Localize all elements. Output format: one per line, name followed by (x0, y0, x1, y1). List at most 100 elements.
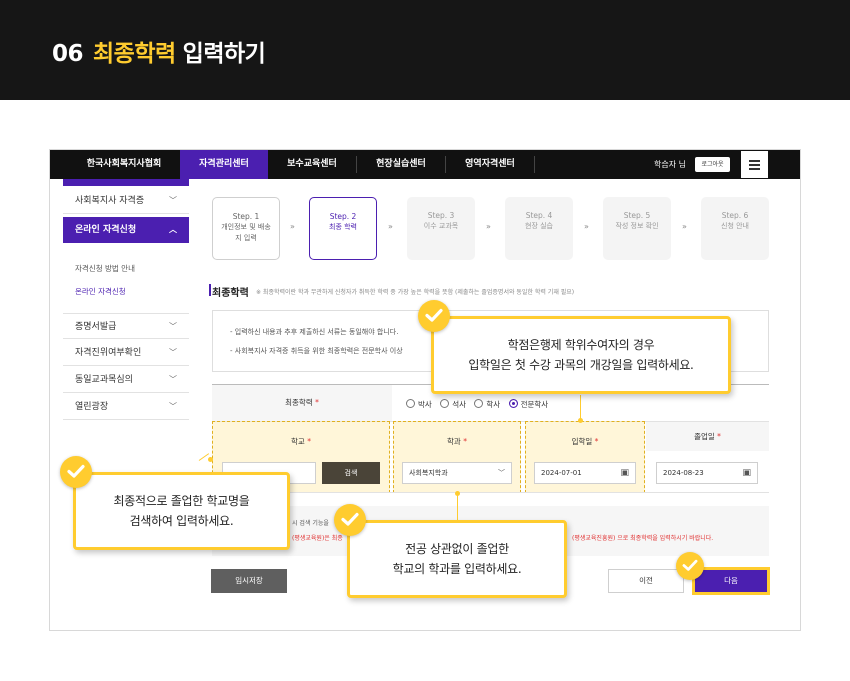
callout-text: 전공 상관없이 졸업한 (405, 542, 509, 556)
step-number: Step. 3 (427, 211, 455, 220)
step-4: Step. 4 현장 실습 (505, 197, 573, 260)
step-label: 현장 실습 (525, 222, 553, 230)
chevron-down-icon: ﹀ (498, 469, 505, 477)
callout-dept: 전공 상관없이 졸업한 학교의 학과를 입력하세요. (347, 520, 567, 598)
warning-line: 시 검색 기능을 (292, 520, 329, 527)
step-number: Step. 1 (232, 212, 260, 221)
notice-line: - 사회복지사 자격증 취득을 위한 최종학력은 전문학사 이상 (230, 347, 403, 355)
sidebar-item-documents[interactable]: 증명서발급 ﹀ (63, 313, 189, 339)
sidebar-item-verify[interactable]: 자격진위여부확인 ﹀ (63, 340, 189, 366)
step-3: Step. 3 이수 교과목 (407, 197, 475, 260)
step-arrow-icon: » (388, 222, 393, 231)
check-icon (60, 456, 92, 488)
sidebar-item-label: 온라인 자격신청 (75, 225, 137, 235)
step-arrow-icon: » (682, 222, 687, 231)
required-mark: * (307, 437, 311, 446)
grad-label: 졸업일 * (646, 422, 769, 451)
step-arrow-icon: » (290, 222, 295, 231)
radio-doctor[interactable]: 박사 (406, 399, 432, 409)
callout-school: 최종적으로 졸업한 학교명을 검색하여 입력하세요. (73, 472, 290, 550)
entry-date-input[interactable]: 2024-07-01 ▣ (534, 462, 636, 484)
school-label: 학교 * (212, 436, 390, 447)
row-divider (212, 492, 769, 493)
callout-connector (457, 493, 458, 521)
hamburger-icon[interactable] (741, 151, 768, 178)
step-1: Step. 1 개인정보 및 배송지 입력 (212, 197, 280, 260)
sidebar-item-label: 열린광장 (75, 402, 109, 412)
step-2: Step. 2 최종 학력 (309, 197, 377, 260)
check-icon (418, 300, 450, 332)
entry-label: 입학일 * (525, 436, 645, 447)
step-label: 최종 학력 (329, 223, 357, 231)
grad-label-text: 졸업일 (694, 432, 715, 441)
radio-master[interactable]: 석사 (440, 399, 466, 409)
nav-item-qualification[interactable]: 자격관리센터 (180, 150, 268, 179)
sidebar-item-online-apply[interactable]: 온라인 자격신청 ︿ (63, 217, 189, 243)
entry-value: 2024-07-01 (541, 469, 582, 477)
dept-label-text: 학과 (447, 437, 461, 446)
radio-label: 박사 (418, 400, 432, 409)
degree-label-text: 최종학력 (285, 398, 313, 407)
dept-value: 사회복지학과 (409, 469, 448, 477)
chevron-down-icon: ﹀ (169, 402, 177, 411)
banner-highlight: 최종학력 (93, 41, 176, 67)
section-title: 최종학력 (212, 288, 249, 299)
sidebar-subitem-online-apply[interactable]: 온라인 자격신청 (75, 286, 126, 297)
education-form: 최종학력 * 박사 석사 학사 전문학사 학교 * 검색 학과 * 사회복지학과… (212, 384, 769, 493)
sidebar-top-bar (63, 179, 189, 186)
sidebar-item-label: 증명서발급 (75, 322, 117, 332)
radio-label: 학사 (486, 400, 501, 409)
nav-item-practice[interactable]: 현장실습센터 (357, 150, 445, 179)
entry-label-text: 입학일 (571, 437, 593, 446)
next-button[interactable]: 다음 (692, 567, 770, 595)
required-mark: * (594, 437, 599, 446)
step-number: Step. 5 (623, 211, 651, 220)
notice-line: - 입력하신 내용과 추후 제출하신 서류는 동일해야 합니다. (230, 328, 399, 336)
banner-number: 06 (52, 41, 84, 67)
callout-text: 최종적으로 졸업한 학교명을 (113, 494, 250, 508)
step-label: 작성 정보 확인 (615, 222, 659, 230)
nav-separator (534, 156, 535, 173)
degree-radio-group: 박사 석사 학사 전문학사 (406, 399, 554, 410)
prev-button[interactable]: 이전 (608, 569, 684, 593)
calendar-icon[interactable]: ▣ (620, 463, 629, 483)
check-icon (676, 552, 704, 580)
dept-label: 학과 * (393, 436, 521, 447)
step-number: Step. 6 (721, 211, 749, 220)
school-search-button[interactable]: 검색 (322, 462, 380, 484)
step-number: Step. 2 (329, 212, 357, 221)
chevron-down-icon: ﹀ (169, 196, 177, 205)
required-mark: * (315, 398, 319, 407)
warning-line-red: (평생교육원)은 최종 (292, 535, 343, 542)
sidebar-item-open-square[interactable]: 열린광장 ﹀ (63, 394, 189, 420)
radio-bachelor[interactable]: 학사 (474, 399, 501, 409)
section-title-bar (209, 284, 211, 296)
sidebar-item-course-review[interactable]: 동일교과목심의 ﹀ (63, 367, 189, 393)
calendar-icon[interactable]: ▣ (742, 463, 751, 483)
header-banner: 06 최종학력 입력하기 (0, 0, 850, 100)
radio-label: 전문학사 (520, 400, 549, 409)
grad-date-input[interactable]: 2024-08-23 ▣ (656, 462, 758, 484)
warning-line-right: (평생교육진흥원) 으로 최종학력을 입력하시기 바랍니다. (572, 535, 714, 542)
dept-select[interactable]: 사회복지학과 ﹀ (402, 462, 512, 484)
sidebar-item-certificate[interactable]: 사회복지사 자격증 ﹀ (63, 188, 189, 214)
callout-text: 입학일은 첫 수강 과목의 개강일을 입력하세요. (468, 358, 694, 372)
temp-save-button[interactable]: 임시저장 (211, 569, 287, 593)
sidebar-item-label: 자격진위여부확인 (75, 348, 142, 358)
nav-item-training[interactable]: 보수교육센터 (268, 150, 356, 179)
section-note: ※ 최종학력이란 학과 무관하게 신청자가 취득한 학력 중 가장 높은 학력을… (256, 289, 575, 296)
grad-value: 2024-08-23 (663, 469, 704, 477)
nav-item-domain[interactable]: 영역자격센터 (446, 150, 534, 179)
chevron-up-icon: ︿ (169, 225, 177, 234)
nav-item-association[interactable]: 한국사회복지사협회 (68, 150, 180, 179)
chevron-down-icon: ﹀ (169, 375, 177, 384)
degree-label: 최종학력 * (212, 385, 392, 421)
sidebar-subitem-guide[interactable]: 자격신청 방법 안내 (75, 263, 135, 274)
sidebar-item-label: 사회복지사 자격증 (75, 196, 145, 206)
chevron-down-icon: ﹀ (169, 322, 177, 331)
sidebar-item-label: 동일교과목심의 (75, 375, 133, 385)
logout-button[interactable]: 로그아웃 (695, 157, 730, 172)
radio-associate[interactable]: 전문학사 (508, 399, 549, 409)
callout-text: 학교의 학과를 입력하세요. (392, 562, 522, 576)
connector-dot (208, 457, 213, 462)
